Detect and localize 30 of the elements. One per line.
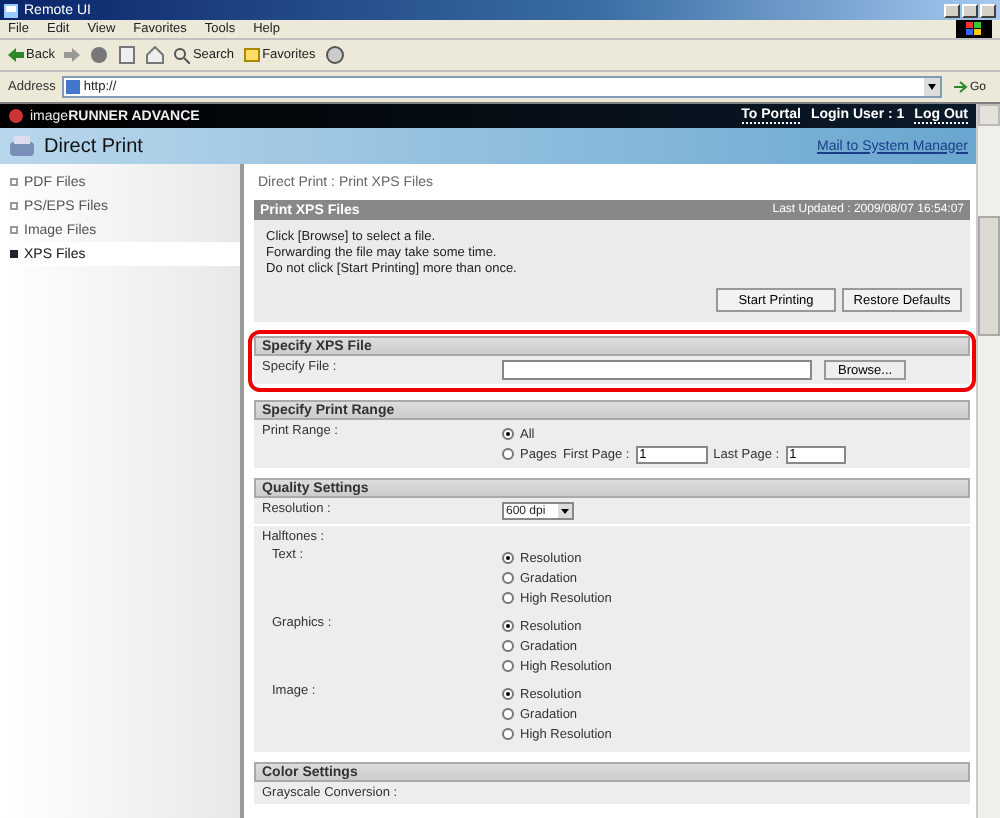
minimize-button[interactable]: [944, 3, 960, 17]
arrow-icon: [953, 80, 968, 94]
radio-button[interactable]: [502, 448, 514, 460]
folder-icon: [244, 48, 261, 62]
radio-button[interactable]: [502, 572, 514, 584]
dropdown-arrow-icon: [558, 504, 572, 518]
radio-button[interactable]: [502, 592, 514, 604]
dropdown-arrow-icon[interactable]: [923, 78, 940, 96]
scrollbar[interactable]: [976, 104, 1000, 818]
page-icon: [65, 80, 80, 94]
close-button[interactable]: [980, 3, 996, 17]
window-icon: [4, 3, 18, 17]
radio-button[interactable]: [502, 728, 514, 740]
back-arrow-icon: [8, 48, 24, 62]
radio-button[interactable]: [502, 688, 514, 700]
forward-icon[interactable]: [64, 48, 81, 62]
radio-button[interactable]: [502, 620, 514, 632]
logo-icon: [8, 108, 24, 124]
radio-button[interactable]: [502, 552, 514, 564]
radio-button[interactable]: [502, 640, 514, 652]
search-icon: [174, 47, 191, 63]
printer-icon: [8, 133, 36, 159]
windows-logo: [956, 20, 992, 38]
page-title: Direct Print: [44, 135, 143, 157]
home-icon[interactable]: [146, 46, 165, 64]
radio-button[interactable]: [502, 660, 514, 672]
file-input[interactable]: [502, 360, 812, 380]
radio-button[interactable]: [502, 708, 514, 720]
radio-button[interactable]: [502, 428, 514, 440]
maximize-button[interactable]: [962, 3, 978, 17]
